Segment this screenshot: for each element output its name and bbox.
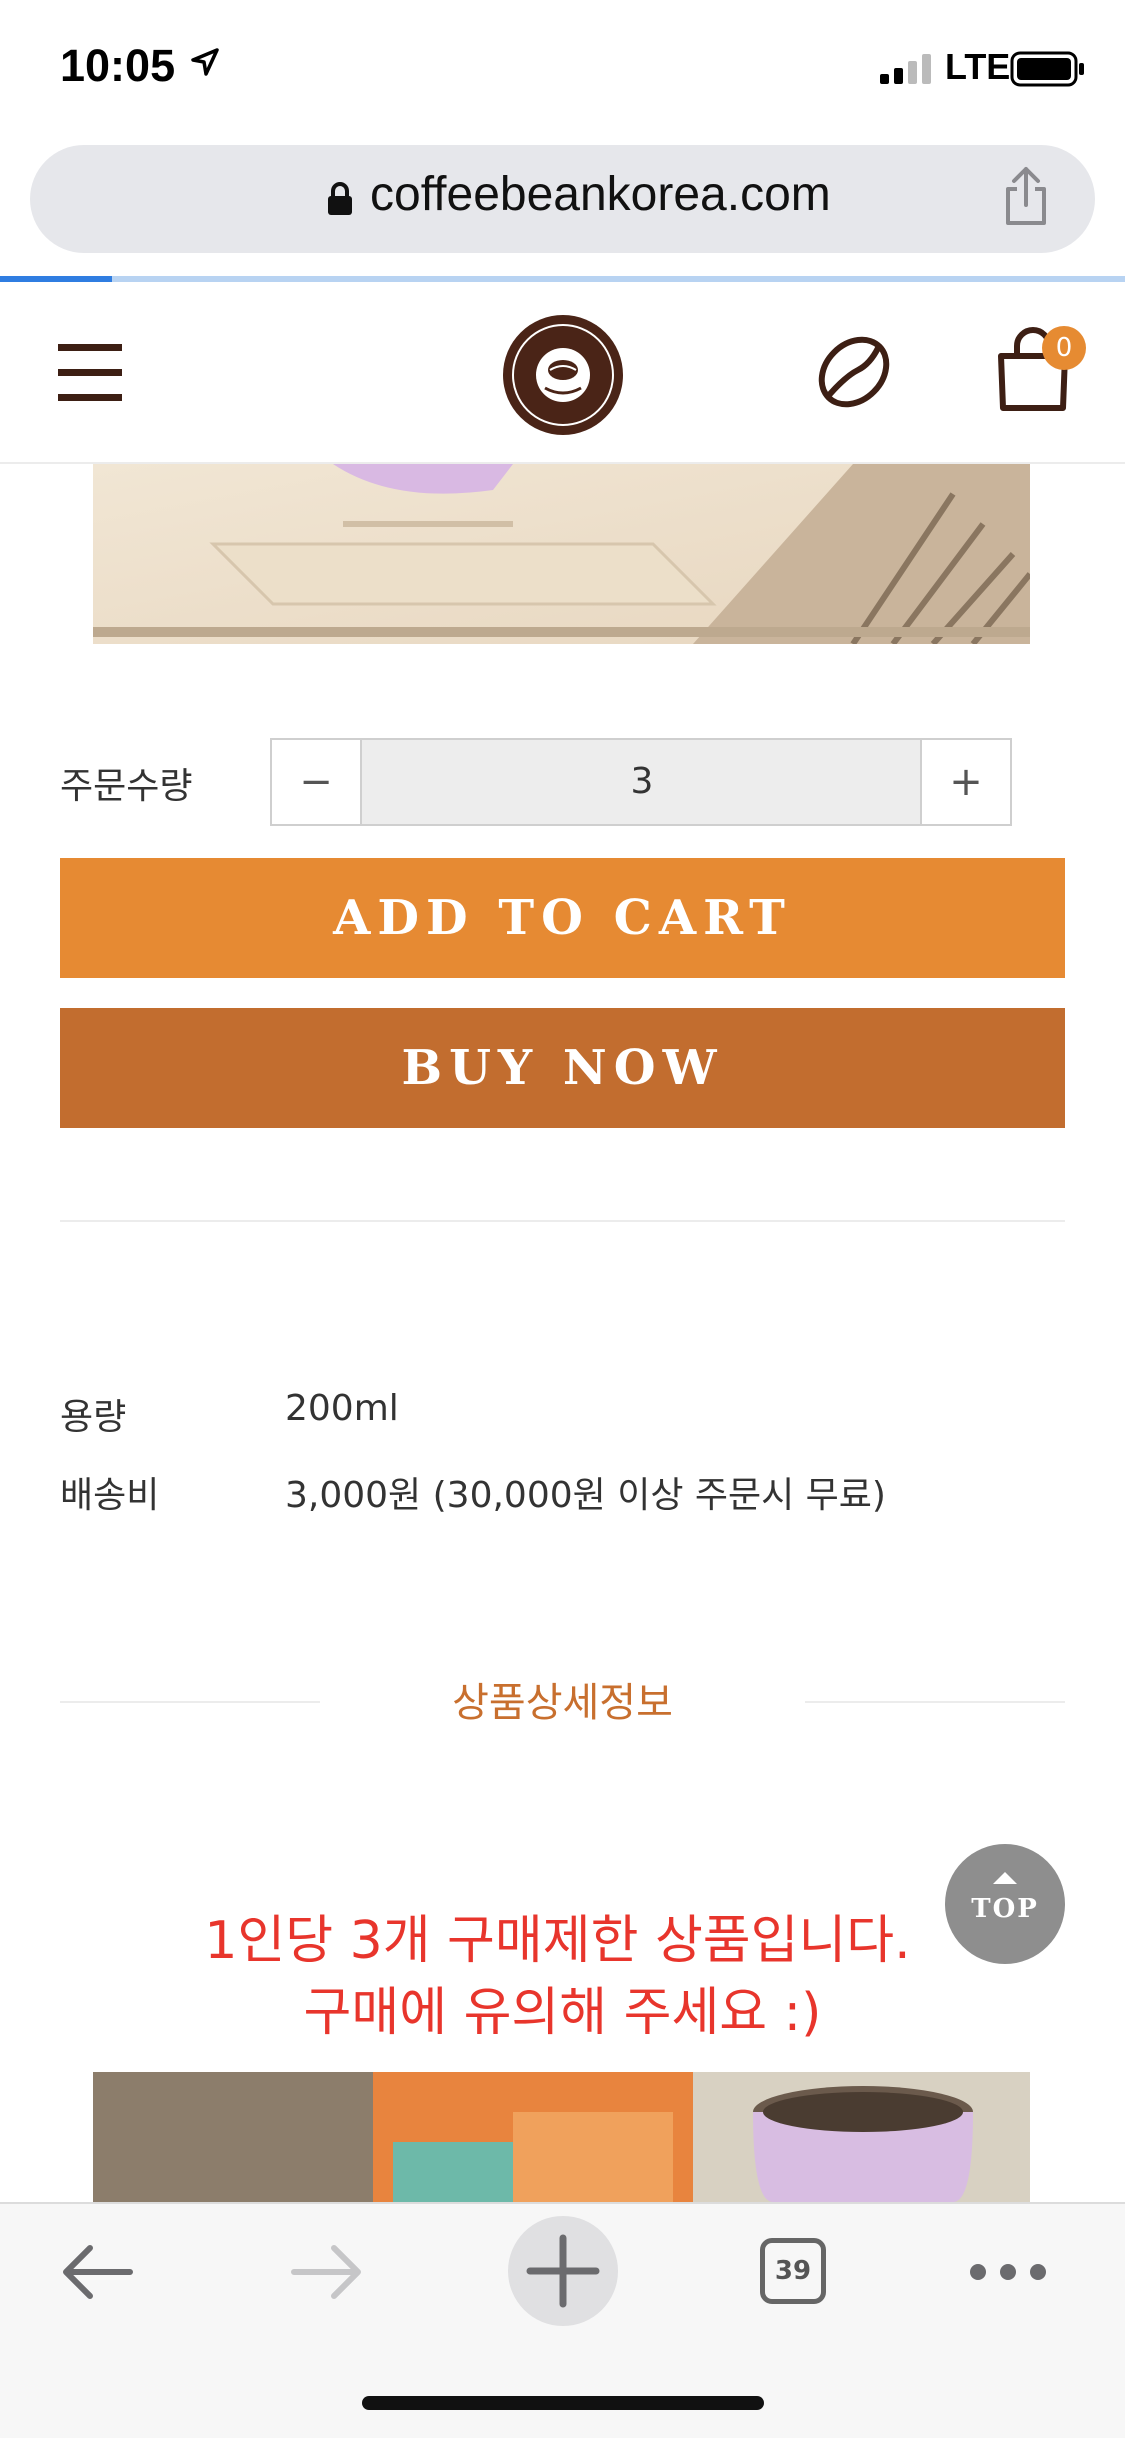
cart-count-badge: 0 [1042, 326, 1086, 370]
quantity-decrease-button[interactable]: − [272, 740, 362, 824]
home-indicator[interactable] [362, 2396, 764, 2410]
lock-icon [328, 182, 352, 215]
section-divider [60, 1220, 1065, 1222]
detail-title-rule-right [805, 1701, 1065, 1703]
coffee-bean-icon[interactable] [812, 330, 896, 414]
spec-key-capacity: 용량 [60, 1397, 127, 1438]
tab-switcher-button[interactable]: 39 [760, 2238, 826, 2304]
hamburger-menu-icon[interactable] [58, 340, 122, 404]
add-to-cart-button[interactable]: ADD TO CART [60, 858, 1065, 978]
product-image [93, 464, 1030, 644]
quantity-stepper: − 3 + [270, 738, 1012, 826]
new-tab-button[interactable] [508, 2216, 618, 2326]
signal-icon [880, 54, 931, 84]
network-type: LTE [945, 46, 1011, 87]
forward-arrow-icon[interactable] [290, 2242, 366, 2302]
site-header [0, 282, 1125, 464]
address-bar[interactable]: coffeebeankorea.com [30, 145, 1095, 253]
more-options-icon[interactable] [968, 2260, 1048, 2284]
location-arrow-icon [191, 48, 219, 76]
spec-value-capacity: 200ml [285, 1388, 399, 1429]
product-detail-image [93, 2072, 1030, 2202]
url-text: coffeebeankorea.com [370, 168, 831, 221]
top-label: TOP [971, 1894, 1039, 1924]
purchase-caution-notice: 구매에 유의해 주세요 :) [303, 1983, 822, 2043]
buy-now-button[interactable]: BUY NOW [60, 1008, 1065, 1128]
spec-value-shipping: 3,000원 (30,000원 이상 주문시 무료) [285, 1475, 886, 1516]
battery-icon [1010, 51, 1084, 87]
share-icon[interactable] [1002, 165, 1050, 227]
up-arrow-icon [993, 1872, 1017, 1884]
back-arrow-icon[interactable] [58, 2242, 134, 2302]
plus-icon [526, 2234, 600, 2308]
quantity-increase-button[interactable]: + [920, 740, 1010, 824]
product-detail-title: 상품상세정보 [452, 1680, 673, 1726]
status-bar: 10:05 LTE [0, 0, 1125, 135]
scroll-to-top-button[interactable]: TOP [945, 1844, 1065, 1964]
status-time: 10:05 [60, 40, 176, 91]
coffee-bean-logo[interactable] [500, 312, 626, 438]
quantity-input[interactable]: 3 [362, 740, 922, 824]
spec-key-shipping: 배송비 [60, 1475, 160, 1516]
quantity-label: 주문수량 [60, 766, 193, 807]
